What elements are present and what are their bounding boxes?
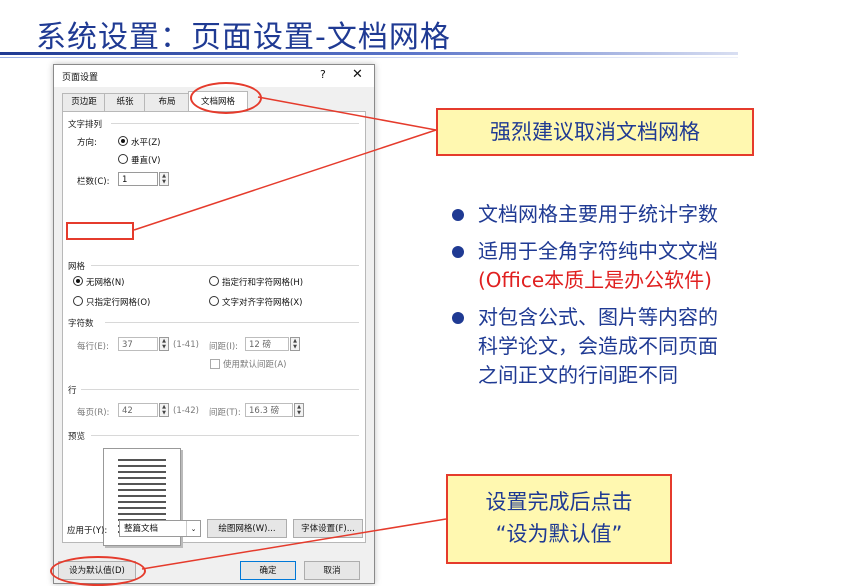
bullet-item: 对包含公式、图片等内容的 科学论文，会造成不同页面 之间正文的行间距不同 (448, 303, 844, 390)
page-setup-dialog: 页面设置 ? ✕ 页边距 纸张 布局 文档网格 文字排列 方向: 水平(Z) 垂… (53, 64, 375, 584)
tab-paper[interactable]: 纸张 (104, 93, 146, 111)
bullet-item: 适用于全角字符纯中文文档 (Office本质上是办公软件) (448, 237, 844, 295)
preview-line (118, 477, 166, 479)
bullet-text: 对包含公式、图片等内容的 (478, 305, 718, 329)
callout-disable-grid: 强烈建议取消文档网格 (436, 108, 754, 156)
vertical-label: 垂直(V) (131, 156, 161, 166)
bullet-dot-icon (452, 246, 464, 258)
document-grid-panel: 文字排列 方向: 水平(Z) 垂直(V) 栏数(C): 1 ▲ ▼ 网格 无网格(… (62, 111, 366, 546)
section-divider (111, 123, 359, 124)
line-grid-only-label: 只指定行网格(O) (86, 298, 151, 308)
line-pitch-input[interactable]: 16.3 磅 (245, 403, 293, 417)
preview-line (118, 489, 166, 491)
snap-to-char-grid-label: 文字对齐字符网格(X) (222, 298, 303, 308)
close-icon[interactable]: ✕ (352, 67, 363, 82)
horizontal-radio[interactable] (118, 136, 128, 146)
callout-set-default-line2: “设为默认值” (495, 522, 623, 546)
line-and-char-grid-radio[interactable] (209, 276, 219, 286)
preview-line (118, 495, 166, 497)
no-grid-highlight (66, 222, 134, 240)
lines-per-page-input[interactable]: 42 (118, 403, 158, 417)
preview-line (118, 459, 166, 461)
snap-to-char-grid-radio[interactable] (209, 296, 219, 306)
section-divider (81, 389, 359, 390)
preview-line (118, 501, 166, 503)
vertical-radio[interactable] (118, 154, 128, 164)
chars-per-line-input[interactable]: 37 (118, 337, 158, 351)
bullet-text: 之间正文的行间距不同 (478, 363, 678, 387)
tab-layout[interactable]: 布局 (144, 93, 190, 111)
cancel-button[interactable]: 取消 (304, 561, 360, 580)
columns-input[interactable]: 1 (118, 172, 158, 186)
direction-label: 方向: (77, 138, 97, 148)
chevron-down-icon: ⌄ (186, 521, 200, 536)
bullet-text: 文档网格主要用于统计字数 (478, 202, 718, 226)
section-divider (105, 322, 359, 323)
help-icon[interactable]: ? (320, 68, 326, 81)
bullet-dot-icon (452, 209, 464, 221)
bullet-dot-icon (452, 312, 464, 324)
preview-section-label: 预览 (68, 432, 86, 442)
section-divider (91, 435, 359, 436)
char-pitch-input[interactable]: 12 磅 (245, 337, 289, 351)
slide-title: 系统设置：页面设置-文档网格 (36, 20, 451, 55)
columns-label: 栏数(C): (77, 177, 110, 187)
characters-section-label: 字符数 (68, 319, 94, 329)
line-pitch-label: 间距(T): (209, 408, 241, 418)
line-pitch-spinner[interactable]: ▲ ▼ (294, 403, 304, 417)
section-divider (91, 265, 359, 266)
callout-set-default: 设置完成后点击 “设为默认值” (446, 474, 672, 564)
use-default-pitch-checkbox[interactable] (210, 359, 220, 369)
title-underline-thin (0, 57, 738, 58)
draw-grid-button[interactable]: 绘图网格(W)... (207, 519, 287, 538)
bullet-item: 文档网格主要用于统计字数 (448, 200, 844, 229)
grid-section-label: 网格 (68, 262, 86, 272)
callout-disable-grid-text: 强烈建议取消文档网格 (490, 120, 700, 144)
lines-per-page-label: 每页(R): (77, 408, 110, 418)
line-and-char-grid-label: 指定行和字符网格(H) (222, 278, 304, 288)
char-pitch-spinner[interactable]: ▲ ▼ (290, 337, 300, 351)
apply-to-label: 应用于(Y): (67, 526, 108, 536)
preview-line (118, 483, 166, 485)
lines-per-page-range: (1-42) (173, 406, 199, 416)
no-grid-radio[interactable] (73, 276, 83, 286)
tab-margins[interactable]: 页边距 (62, 93, 106, 111)
callout-set-default-line1: 设置完成后点击 (485, 490, 633, 514)
preview-line (118, 507, 166, 509)
preview-line (118, 465, 166, 467)
line-grid-only-radio[interactable] (73, 296, 83, 306)
font-settings-button[interactable]: 字体设置(F)... (293, 519, 363, 538)
apply-to-value: 整篇文档 (124, 524, 159, 534)
char-pitch-label: 间距(I): (209, 342, 239, 352)
apply-to-select[interactable]: 整篇文档 ⌄ (119, 520, 201, 537)
title-underline (0, 52, 738, 55)
chars-per-line-label: 每行(E): (77, 342, 109, 352)
preview-line (118, 513, 166, 515)
chars-per-line-range: (1-41) (173, 340, 199, 350)
columns-spinner[interactable]: ▲ ▼ (159, 172, 169, 186)
chars-per-line-spinner[interactable]: ▲ ▼ (159, 337, 169, 351)
preview-line (118, 471, 166, 473)
horizontal-label: 水平(Z) (131, 138, 161, 148)
dialog-title: 页面设置 (62, 73, 99, 83)
bullet-list: 文档网格主要用于统计字数 适用于全角字符纯中文文档 (Office本质上是办公软… (448, 200, 844, 398)
lines-per-page-spinner[interactable]: ▲ ▼ (159, 403, 169, 417)
ok-button[interactable]: 确定 (240, 561, 296, 580)
text-direction-section-label: 文字排列 (68, 120, 103, 130)
bullet-text: 科学论文，会造成不同页面 (478, 334, 718, 358)
bullet-text: 适用于全角字符纯中文文档 (478, 239, 718, 263)
lines-section-label: 行 (68, 386, 77, 396)
bullet-text-red: (Office本质上是办公软件) (478, 268, 712, 292)
no-grid-label: 无网格(N) (86, 278, 125, 288)
use-default-pitch-label: 使用默认间距(A) (223, 360, 287, 370)
document-grid-tab-highlight (190, 82, 262, 114)
